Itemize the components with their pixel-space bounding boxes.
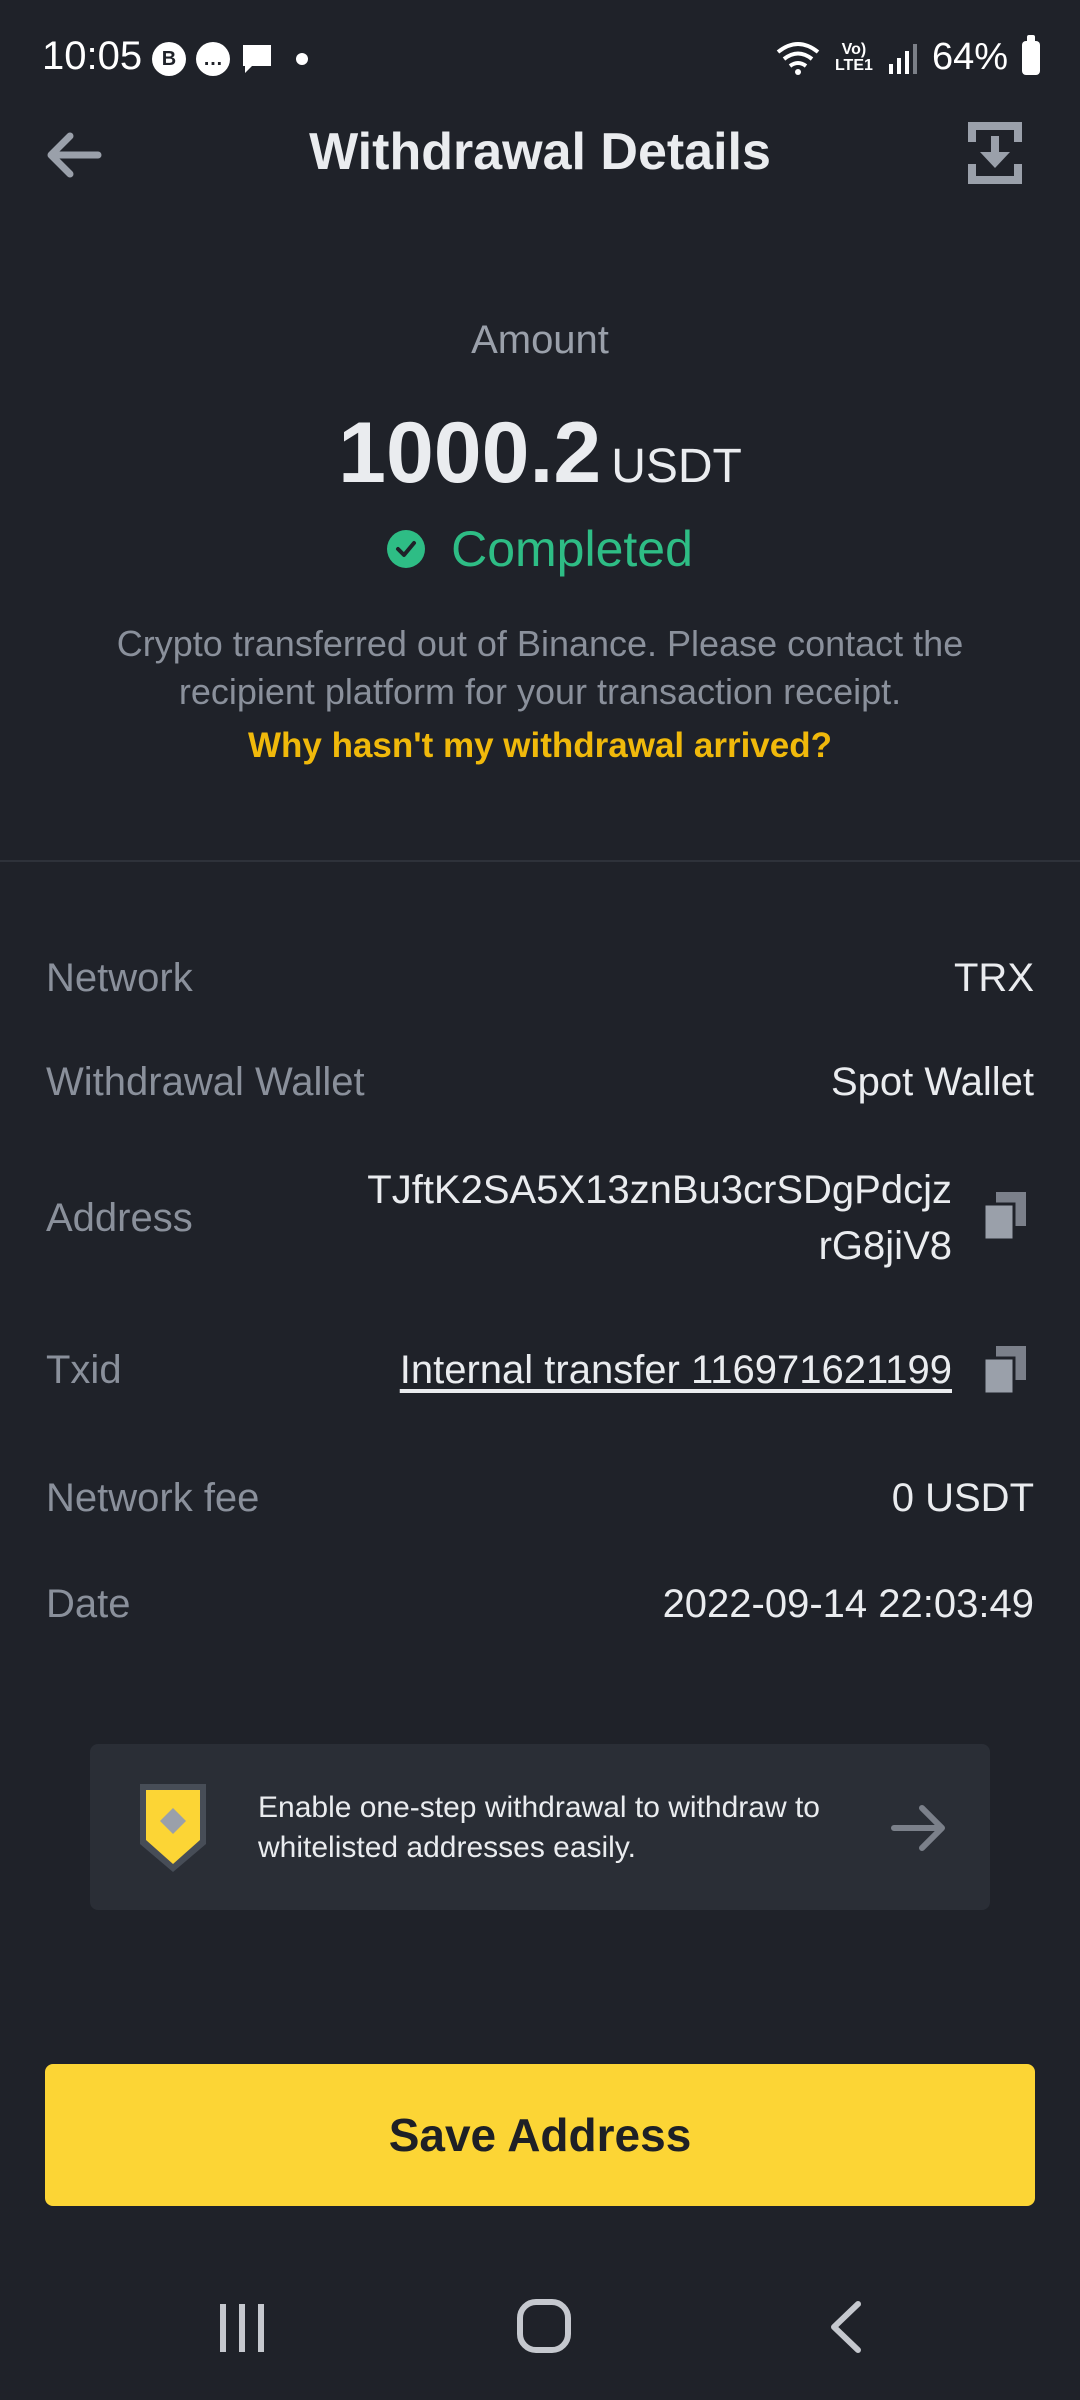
notification-icons: B … [152,42,308,76]
status-bar: 10:05 B … Vo) LTE1 64% [0,0,1080,120]
network-label: Network [46,956,193,1000]
status-text: Completed [451,521,693,577]
check-circle-icon [387,530,426,568]
amount-label: Amount [471,318,609,362]
download-icon[interactable] [964,118,1026,188]
signal-icon [888,43,917,74]
address-line-1: TJftK2SA5X13znBu3crSDgPdcjz [367,1168,952,1212]
fee-value: 0 USDT [891,1476,1034,1520]
shield-icon [140,1784,206,1872]
date-label: Date [46,1582,131,1626]
nav-back-icon[interactable] [820,2298,876,2356]
date-value: 2022-09-14 22:03:49 [662,1582,1034,1626]
wallet-label: Withdrawal Wallet [46,1060,365,1104]
more-notifications-icon [296,53,308,65]
txid-label: Txid [46,1348,122,1392]
fee-label: Network fee [46,1476,260,1520]
status-right: Vo) LTE1 64% [776,34,1040,79]
amount-unit: USDT [611,440,742,493]
wallet-value: Spot Wallet [830,1060,1034,1104]
address-label: Address [46,1196,193,1240]
status-time: 10:05 [42,34,143,78]
recent-apps-icon[interactable] [214,2300,270,2356]
save-address-button[interactable]: Save Address [45,2064,1035,2206]
txid-link[interactable]: Internal transfer 116971621199 [400,1348,952,1393]
battery-icon [1022,34,1040,75]
lte-indicator: Vo) LTE1 [834,40,873,74]
status-row: Completed [0,520,1080,578]
copy-txid-icon[interactable] [982,1344,1028,1396]
address-line-2: rG8jiV8 [818,1224,952,1268]
promo-text: Enable one-step withdrawal to withdraw t… [258,1791,820,1864]
page-title: Withdrawal Details [309,123,771,181]
home-icon[interactable] [514,2296,574,2356]
address-value: TJftK2SA5X13znBu3crSDgPdcjz rG8jiV8 [352,1162,952,1274]
arrow-right-icon [891,1805,945,1851]
chat-bubble-icon: … [196,42,230,76]
battery-percent: 64% [931,36,1008,78]
amount-display: 1000.2 USDT [0,404,1080,503]
one-step-withdrawal-card[interactable]: Enable one-step withdrawal to withdraw t… [90,1744,990,1910]
wifi-icon [776,41,820,75]
binance-notification-icon: B [152,42,186,76]
network-value: TRX [954,956,1034,1000]
divider [0,860,1080,862]
help-link[interactable]: Why hasn't my withdrawal arrived? [0,726,1080,766]
copy-address-icon[interactable] [982,1190,1028,1242]
amount-value: 1000.2 [338,405,602,501]
description-text: Crypto transferred out of Binance. Pleas… [116,623,964,712]
message-icon [243,45,271,73]
